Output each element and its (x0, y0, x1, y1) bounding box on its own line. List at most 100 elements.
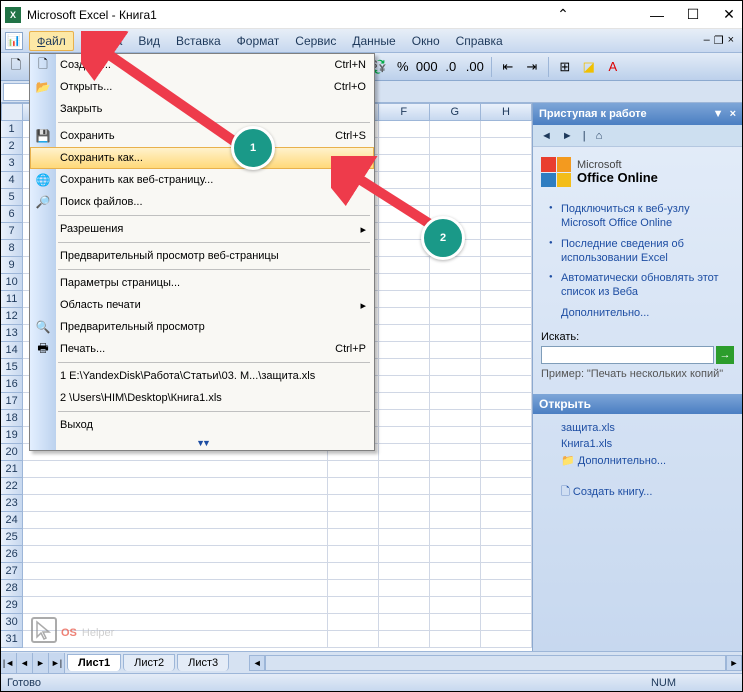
cell[interactable] (379, 495, 430, 512)
cell[interactable] (430, 274, 481, 291)
menu-item-print[interactable]: 🖶Печать...Ctrl+P (30, 338, 374, 360)
cell[interactable] (379, 444, 430, 461)
menu-item-save-web[interactable]: 🌐Сохранить как веб-страницу... (30, 169, 374, 191)
more-files[interactable]: 📁 Дополнительно... (541, 452, 734, 469)
cell[interactable] (328, 529, 379, 546)
menu-edit[interactable]: Правка (74, 31, 131, 51)
row-header[interactable]: 11 (1, 291, 23, 308)
cell[interactable] (481, 138, 532, 155)
ribbon-toggle-icon[interactable]: ⌃ (554, 6, 572, 23)
row-header[interactable]: 23 (1, 495, 23, 512)
minimize-button[interactable]: — (648, 7, 666, 23)
cell[interactable] (430, 495, 481, 512)
cell[interactable] (328, 614, 379, 631)
menu-item-preview[interactable]: 🔍Предварительный просмотр (30, 316, 374, 338)
sheet-tab-2[interactable]: Лист2 (123, 654, 175, 671)
cell[interactable] (430, 308, 481, 325)
increase-indent-icon[interactable]: ⇥ (521, 56, 543, 78)
nav-fwd-icon[interactable]: ► (558, 128, 577, 144)
cell[interactable] (379, 393, 430, 410)
cell[interactable] (379, 427, 430, 444)
cell[interactable] (481, 189, 532, 206)
menu-help[interactable]: Справка (448, 31, 511, 51)
link-more[interactable]: Дополнительно... (541, 303, 734, 327)
cell[interactable] (430, 121, 481, 138)
cell[interactable] (430, 444, 481, 461)
mdi-minimize-button[interactable]: – (704, 34, 710, 47)
scroll-right-icon[interactable]: ► (726, 655, 742, 671)
cell[interactable] (379, 597, 430, 614)
cell[interactable] (430, 461, 481, 478)
cell[interactable] (481, 563, 532, 580)
row-header[interactable]: 25 (1, 529, 23, 546)
cell[interactable] (481, 342, 532, 359)
cell[interactable] (481, 597, 532, 614)
cell[interactable] (481, 478, 532, 495)
cell[interactable] (379, 325, 430, 342)
cell[interactable] (379, 376, 430, 393)
cell[interactable] (481, 308, 532, 325)
cell[interactable] (430, 614, 481, 631)
cell[interactable] (481, 172, 532, 189)
cell[interactable] (481, 580, 532, 597)
recent-file-1[interactable]: защита.xls (541, 420, 734, 436)
cell[interactable] (379, 461, 430, 478)
cell[interactable] (379, 631, 430, 648)
cell[interactable] (379, 206, 430, 223)
menu-data[interactable]: Данные (344, 31, 403, 51)
cell[interactable] (481, 495, 532, 512)
cell[interactable] (481, 614, 532, 631)
cell[interactable] (481, 376, 532, 393)
cell[interactable] (379, 529, 430, 546)
menu-item-recent-1[interactable]: 1 E:\YandexDisk\Работа\Статьи\03. М...\з… (30, 365, 374, 387)
select-all-corner[interactable] (1, 103, 23, 121)
menu-expand-icon[interactable]: ▼▼ (30, 436, 374, 450)
new-icon[interactable]: 🗋 (5, 56, 27, 78)
font-color-icon[interactable]: A (602, 56, 624, 78)
row-header[interactable]: 12 (1, 308, 23, 325)
cell[interactable] (379, 512, 430, 529)
cell[interactable] (481, 546, 532, 563)
cell[interactable] (481, 444, 532, 461)
cell[interactable] (328, 495, 379, 512)
borders-icon[interactable]: ⊞ (554, 56, 576, 78)
menu-format[interactable]: Формат (229, 31, 288, 51)
cell[interactable] (481, 359, 532, 376)
cell[interactable] (328, 631, 379, 648)
cell[interactable] (379, 342, 430, 359)
cell[interactable] (481, 393, 532, 410)
cell[interactable] (328, 461, 379, 478)
cell[interactable] (379, 274, 430, 291)
row-header[interactable]: 31 (1, 631, 23, 648)
cell[interactable] (379, 580, 430, 597)
cell[interactable] (481, 461, 532, 478)
cell[interactable] (430, 291, 481, 308)
row-header[interactable]: 26 (1, 546, 23, 563)
cell[interactable] (430, 172, 481, 189)
cell[interactable] (430, 138, 481, 155)
maximize-button[interactable]: ☐ (684, 6, 702, 23)
percent-icon[interactable]: % (392, 56, 414, 78)
row-header[interactable]: 16 (1, 376, 23, 393)
cell[interactable] (430, 563, 481, 580)
cell[interactable] (430, 189, 481, 206)
menu-window[interactable]: Окно (404, 31, 448, 51)
close-button[interactable]: ✕ (720, 6, 738, 23)
fill-color-icon[interactable]: ◪ (578, 56, 600, 78)
row-header[interactable]: 21 (1, 461, 23, 478)
nav-home-icon[interactable]: ⌂ (592, 128, 607, 144)
row-header[interactable]: 18 (1, 410, 23, 427)
row-header[interactable]: 30 (1, 614, 23, 631)
cell[interactable] (481, 257, 532, 274)
cell[interactable] (430, 529, 481, 546)
cell[interactable] (328, 597, 379, 614)
cell[interactable] (379, 138, 430, 155)
cell[interactable] (481, 291, 532, 308)
row-header[interactable]: 9 (1, 257, 23, 274)
cell[interactable] (379, 410, 430, 427)
cell[interactable] (430, 155, 481, 172)
cell[interactable] (430, 478, 481, 495)
cell[interactable] (328, 563, 379, 580)
cell[interactable] (430, 597, 481, 614)
create-workbook[interactable]: 🗋 Создать книгу... (541, 481, 734, 504)
